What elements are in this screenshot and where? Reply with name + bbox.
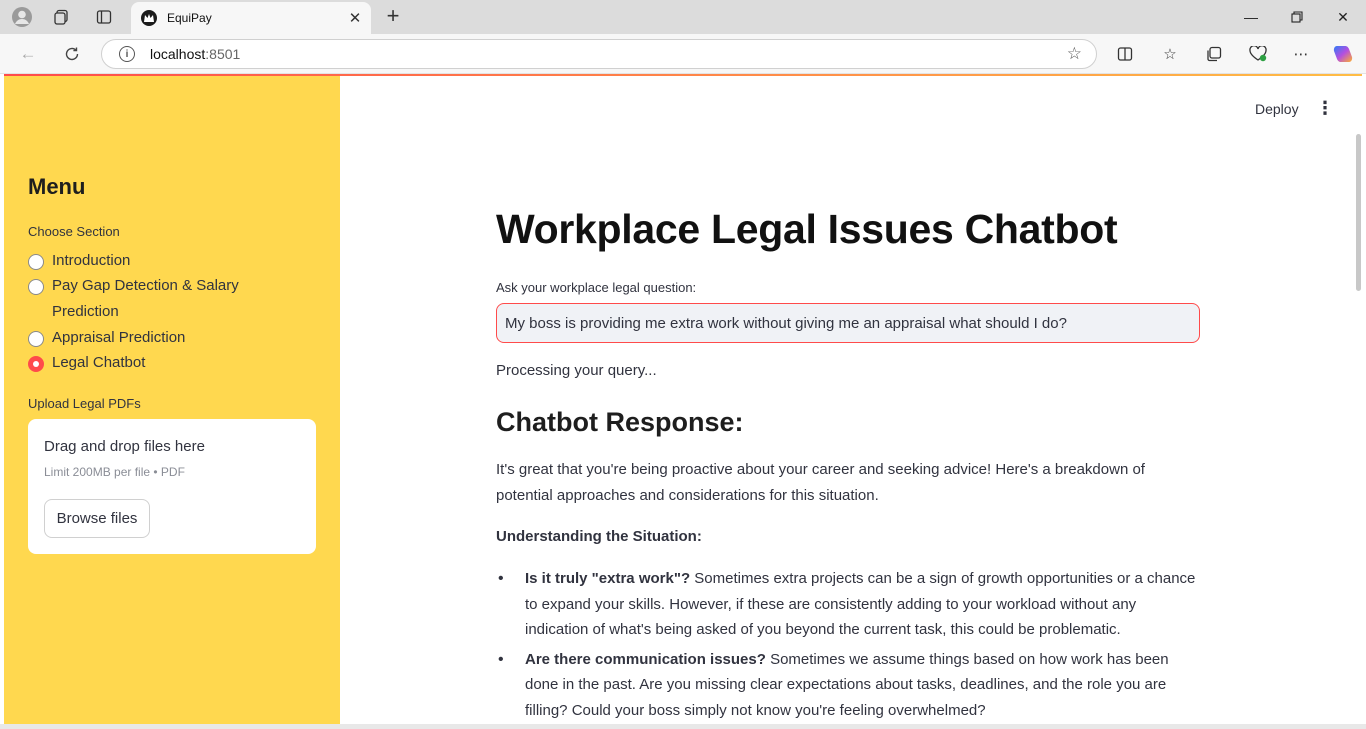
refresh-icon[interactable] [60, 43, 84, 65]
choose-section-label: Choose Section [28, 224, 120, 239]
sidebar: Menu Choose Section Introduction Pay Gap… [4, 76, 340, 729]
url-field[interactable]: i localhost:8501 ☆ [101, 39, 1097, 69]
list-item: Is it truly "extra work"? Sometimes extr… [496, 566, 1200, 643]
back-icon[interactable]: ← [16, 43, 40, 65]
radio-circle[interactable] [28, 279, 44, 295]
response-title: Chatbot Response: [496, 407, 744, 437]
favorite-star-icon[interactable]: ☆ [1067, 44, 1082, 64]
radio-circle[interactable] [28, 331, 44, 347]
more-options-icon[interactable]: ⋯ [1289, 43, 1313, 65]
radio-label: Appraisal Prediction [52, 329, 186, 346]
radio-option-pay-gap[interactable]: Pay Gap Detection & Salary Prediction [28, 277, 239, 325]
radio-option-legal-chatbot[interactable]: Legal Chatbot [28, 354, 145, 376]
section-heading: Understanding the Situation: [496, 528, 702, 545]
scrollbar-thumb[interactable] [1356, 134, 1361, 291]
minimize-icon[interactable]: — [1236, 6, 1266, 28]
browser-essentials-icon[interactable] [1246, 43, 1270, 65]
window-bottom-edge [0, 724, 1366, 729]
collections-icon[interactable] [1202, 43, 1226, 65]
response-bullet-list: Is it truly "extra work"? Sometimes extr… [496, 566, 1200, 727]
radio-option-introduction[interactable]: Introduction [28, 252, 130, 274]
browser-tab-bar: EquiPay ✕ + — ✕ [0, 0, 1366, 34]
radio-label: Pay Gap Detection & Salary Prediction [52, 277, 239, 320]
question-label: Ask your workplace legal question: [496, 280, 697, 295]
drop-text: Drag and drop files here [44, 438, 205, 455]
sidebar-title: Menu [28, 174, 86, 199]
workspaces-icon[interactable] [49, 5, 75, 29]
browse-files-button[interactable]: Browse files [44, 499, 150, 538]
tab-title: EquiPay [167, 11, 212, 25]
deploy-button[interactable]: Deploy [1255, 101, 1299, 117]
upload-label: Upload Legal PDFs [28, 396, 141, 411]
profile-icon[interactable] [9, 5, 35, 29]
response-intro: It's great that you're being proactive a… [496, 461, 1145, 504]
radio-label: Legal Chatbot [52, 354, 146, 371]
processing-status: Processing your query... [496, 362, 657, 379]
tab-actions-icon[interactable] [91, 5, 117, 29]
main-menu-icon[interactable]: ⋮ [1316, 98, 1334, 118]
radio-circle-selected[interactable] [28, 356, 44, 372]
radio-circle[interactable] [28, 254, 44, 270]
streamlit-favicon-icon [141, 10, 157, 26]
favorites-icon[interactable]: ☆ [1158, 43, 1182, 65]
split-screen-icon[interactable] [1113, 43, 1137, 65]
question-input[interactable] [496, 303, 1200, 343]
radio-label: Introduction [52, 252, 131, 269]
file-uploader-dropzone[interactable]: Drag and drop files here Limit 200MB per… [28, 419, 316, 554]
tab-equipay[interactable]: EquiPay ✕ [131, 2, 371, 34]
page-title: Workplace Legal Issues Chatbot [496, 206, 1118, 252]
close-tab-icon[interactable]: ✕ [347, 9, 363, 27]
upload-limit-text: Limit 200MB per file • PDF [44, 465, 185, 479]
list-item: Are there communication issues? Sometime… [496, 647, 1200, 724]
close-window-icon[interactable]: ✕ [1328, 6, 1358, 28]
new-tab-icon[interactable]: + [382, 4, 404, 28]
site-info-icon[interactable]: i [119, 46, 135, 62]
main-content: Deploy ⋮ Workplace Legal Issues Chatbot … [340, 76, 1362, 729]
address-bar: ← i localhost:8501 ☆ ☆ ⋯ [0, 34, 1366, 74]
radio-option-appraisal[interactable]: Appraisal Prediction [28, 329, 185, 351]
restore-icon[interactable] [1282, 6, 1312, 28]
copilot-icon[interactable] [1331, 43, 1355, 65]
url-text: localhost:8501 [150, 46, 241, 62]
